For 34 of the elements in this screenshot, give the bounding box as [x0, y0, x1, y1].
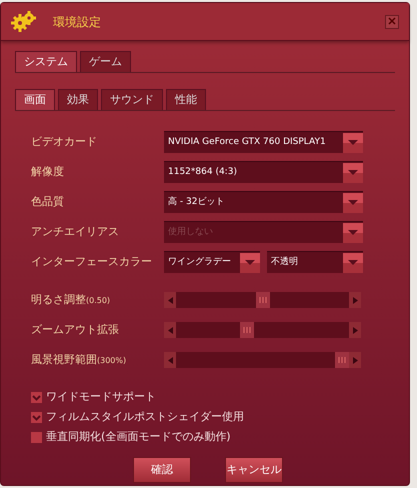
checkbox-box[interactable] — [31, 412, 42, 422]
window-title: 環境設定 — [53, 14, 102, 30]
dropdown[interactable]: ワイングラデー — [164, 251, 260, 273]
tab[interactable]: 画面 — [15, 89, 55, 110]
dialog-button[interactable]: キャンセル — [225, 457, 283, 483]
tab[interactable]: サウンド — [101, 89, 163, 110]
dialog-button[interactable]: 確認 — [133, 457, 191, 483]
gear-icon — [11, 10, 37, 32]
setting-label: アンチエイリアス — [31, 224, 120, 240]
setting-label: 色品質 — [31, 194, 65, 210]
setting-label: インターフェースカラー — [31, 254, 153, 270]
checkbox-box[interactable] — [31, 392, 42, 402]
slider-thumb[interactable] — [240, 322, 254, 338]
checkbox-box[interactable] — [31, 432, 42, 442]
slider-thumb[interactable] — [335, 352, 349, 368]
setting-label: 風景視野範囲(300%) — [31, 352, 128, 368]
dropdown[interactable]: NVIDIA GeForce GTX 760 DISPLAY1 — [164, 131, 363, 153]
dropdown[interactable]: 1152*864 (4:3) — [164, 161, 363, 183]
setting-label: ビデオカード — [31, 134, 98, 150]
dropdown[interactable]: 高 - 32ビット — [164, 191, 363, 213]
setting-label: 解像度 — [31, 164, 65, 180]
setting-label: 明るさ調整(0.50) — [31, 292, 112, 308]
tab[interactable]: 性能 — [166, 89, 206, 110]
close-icon — [388, 16, 396, 25]
checkbox[interactable]: ワイドモードサポート — [31, 387, 409, 407]
dropdown[interactable]: 不透明 — [267, 251, 363, 273]
tab[interactable]: 効果 — [58, 89, 98, 110]
close-button[interactable] — [385, 14, 399, 28]
setting-label: ズームアウト拡張 — [31, 322, 120, 338]
tab[interactable]: システム — [15, 51, 77, 72]
tab[interactable]: ゲーム — [80, 51, 131, 72]
checkbox[interactable]: 垂直同期化(全画面モードでのみ動作) — [31, 427, 409, 447]
slider-thumb[interactable] — [256, 292, 270, 308]
checkbox[interactable]: フィルムスタイルポストシェイダー使用 — [31, 407, 409, 427]
